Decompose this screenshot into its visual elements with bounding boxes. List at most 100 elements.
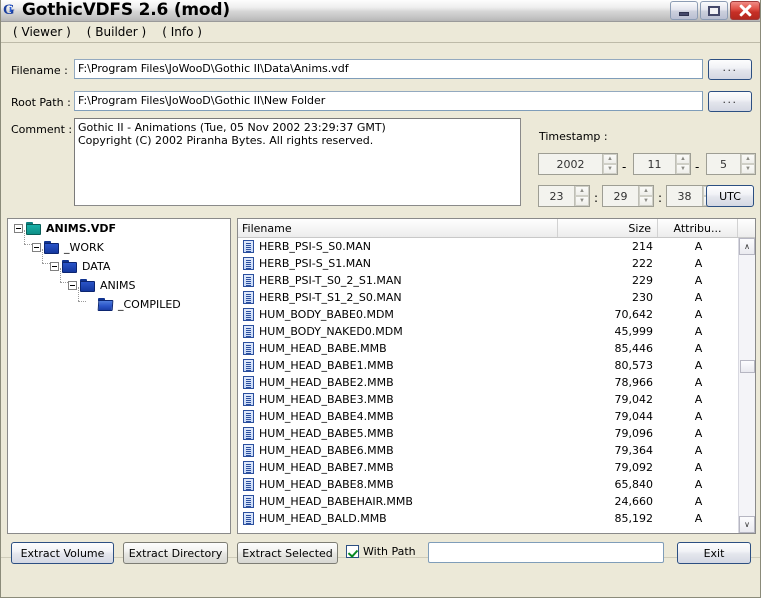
timestamp-minute-stepper[interactable]: 29 ▲ ▼ xyxy=(602,185,654,207)
timestamp-year-stepper[interactable]: 2002 ▲ ▼ xyxy=(538,153,618,175)
comment-label: Comment : xyxy=(11,123,73,136)
table-row[interactable]: HUM_HEAD_BABE5.MMB 79,096 A xyxy=(238,425,738,442)
extract-directory-button[interactable]: Extract Directory xyxy=(123,542,228,564)
utc-button[interactable]: UTC xyxy=(706,185,754,207)
scroll-down-icon[interactable]: ∨ xyxy=(739,516,755,533)
gothicvdfs-window: Gi GothicVDFS 2.6 (mod) ( Viewer ) ( Bui… xyxy=(0,0,761,598)
hour-up-icon[interactable]: ▲ xyxy=(575,186,589,196)
table-row[interactable]: HUM_HEAD_BABE.MMB 85,446 A xyxy=(238,340,738,357)
cell-size: 65,840 xyxy=(614,478,654,491)
with-path-checkbox[interactable] xyxy=(346,545,359,558)
cell-filename: HERB_PSI-S_S1.MAN xyxy=(259,257,371,270)
table-row[interactable]: HUM_HEAD_BABE8.MMB 65,840 A xyxy=(238,476,738,493)
table-row[interactable]: HUM_HEAD_BABE6.MMB 79,364 A xyxy=(238,442,738,459)
timestamp-day-value: 5 xyxy=(720,157,727,171)
filename-input[interactable]: F:\Program Files\JoWooD\Gothic II\Data\A… xyxy=(74,59,703,79)
table-row[interactable]: HUM_HEAD_BABE4.MMB 79,044 A xyxy=(238,408,738,425)
minute-down-icon[interactable]: ▼ xyxy=(639,196,653,206)
root-path-browse-button[interactable]: ... xyxy=(708,91,752,112)
file-document-icon xyxy=(243,342,254,355)
year-up-icon[interactable]: ▲ xyxy=(603,154,617,164)
month-up-icon[interactable]: ▲ xyxy=(676,154,690,164)
extract-path-input[interactable] xyxy=(428,542,664,563)
tab-info[interactable]: ( Info ) xyxy=(154,24,210,41)
minimize-button[interactable] xyxy=(670,1,698,20)
tab-viewer[interactable]: ( Viewer ) xyxy=(5,24,79,41)
hour-down-icon[interactable]: ▼ xyxy=(575,196,589,206)
tree-node-anims[interactable]: ANIMS xyxy=(8,276,230,295)
cell-size: 79,364 xyxy=(614,444,654,457)
table-row[interactable]: HUM_BODY_NAKED0.MDM 45,999 A xyxy=(238,323,738,340)
timestamp-label: Timestamp : xyxy=(539,130,608,143)
extract-volume-button[interactable]: Extract Volume xyxy=(11,542,114,564)
table-row[interactable]: HERB_PSI-T_S0_2_S1.MAN 229 A xyxy=(238,272,738,289)
folder-tree[interactable]: ANIMS.VDF _WORK DATA ANIMS _COMPILED xyxy=(7,218,231,534)
table-row[interactable]: HUM_HEAD_BABEHAIR.MMB 24,660 A xyxy=(238,493,738,510)
cell-filename: HUM_HEAD_BABE8.MMB xyxy=(259,478,394,491)
tree-expander-collapse-icon[interactable] xyxy=(14,224,23,233)
table-row[interactable]: HERB_PSI-T_S1_2_S0.MAN 230 A xyxy=(238,289,738,306)
close-button[interactable] xyxy=(730,1,760,20)
cell-attributes: A xyxy=(694,444,703,457)
maximize-icon xyxy=(708,5,720,16)
year-down-icon[interactable]: ▼ xyxy=(603,164,617,174)
table-row[interactable]: HUM_HEAD_BABE2.MMB 78,966 A xyxy=(238,374,738,391)
with-path-checkbox-group[interactable]: With Path xyxy=(346,545,416,558)
month-down-icon[interactable]: ▼ xyxy=(676,164,690,174)
minimize-icon xyxy=(679,12,689,16)
file-document-icon xyxy=(243,410,254,423)
file-document-icon xyxy=(243,427,254,440)
cell-filename: HERB_PSI-T_S1_2_S0.MAN xyxy=(259,291,402,304)
tab-builder[interactable]: ( Builder ) xyxy=(79,24,154,41)
day-down-icon[interactable]: ▼ xyxy=(741,164,755,174)
tree-connector-line xyxy=(60,268,61,282)
column-header-size[interactable]: Size xyxy=(558,219,658,237)
scroll-up-icon[interactable]: ∧ xyxy=(739,238,755,255)
file-list-scrollbar[interactable]: ∧ ∨ xyxy=(738,238,755,533)
tree-expander-collapse-icon[interactable] xyxy=(32,243,41,252)
hour-spin-arrows[interactable]: ▲ ▼ xyxy=(574,186,589,206)
cell-attributes: A xyxy=(694,240,703,253)
maximize-button[interactable] xyxy=(700,1,728,20)
year-spin-arrows[interactable]: ▲ ▼ xyxy=(602,154,617,174)
table-row[interactable]: HUM_HEAD_BALD.MMB 85,192 A xyxy=(238,510,738,527)
table-row[interactable]: HUM_BODY_BABE0.MDM 70,642 A xyxy=(238,306,738,323)
cell-size: 70,642 xyxy=(614,308,654,321)
file-list-panel[interactable]: Filename Size Attribu... HERB_PSI-S_S0.M… xyxy=(237,218,756,534)
cell-attributes: A xyxy=(694,461,703,474)
tree-node-compiled[interactable]: _COMPILED xyxy=(8,295,230,314)
exit-button[interactable]: Exit xyxy=(677,542,751,564)
root-path-input[interactable]: F:\Program Files\JoWooD\Gothic II\New Fo… xyxy=(74,91,703,111)
column-header-filename[interactable]: Filename xyxy=(238,219,558,237)
extract-selected-button[interactable]: Extract Selected xyxy=(237,542,338,564)
tree-node-anims-vdf[interactable]: ANIMS.VDF xyxy=(8,219,230,238)
tree-node-label: _COMPILED xyxy=(118,298,181,311)
table-row[interactable]: HERB_PSI-S_S0.MAN 214 A xyxy=(238,238,738,255)
filename-browse-button[interactable]: ... xyxy=(708,59,752,80)
cell-size: 214 xyxy=(632,240,653,253)
minute-spin-arrows[interactable]: ▲ ▼ xyxy=(638,186,653,206)
comment-textarea[interactable]: Gothic II - Animations (Tue, 05 Nov 2002… xyxy=(74,118,521,206)
timestamp-hour-stepper[interactable]: 23 ▲ ▼ xyxy=(538,185,590,207)
column-header-attributes[interactable]: Attribu... xyxy=(658,219,738,237)
cell-attributes: A xyxy=(694,427,703,440)
table-row[interactable]: HERB_PSI-S_S1.MAN 222 A xyxy=(238,255,738,272)
table-row[interactable]: HUM_HEAD_BABE3.MMB 79,042 A xyxy=(238,391,738,408)
cell-attributes: A xyxy=(694,325,703,338)
minute-up-icon[interactable]: ▲ xyxy=(639,186,653,196)
month-spin-arrows[interactable]: ▲ ▼ xyxy=(675,154,690,174)
tree-expander-collapse-icon[interactable] xyxy=(50,262,59,271)
cell-attributes: A xyxy=(694,512,703,525)
day-spin-arrows[interactable]: ▲ ▼ xyxy=(740,154,755,174)
cell-filename: HUM_HEAD_BABE4.MMB xyxy=(259,410,394,423)
timestamp-day-stepper[interactable]: 5 ▲ ▼ xyxy=(706,153,756,175)
cell-size: 85,192 xyxy=(614,512,654,525)
day-up-icon[interactable]: ▲ xyxy=(741,154,755,164)
cell-size: 79,044 xyxy=(614,410,654,423)
timestamp-month-stepper[interactable]: 11 ▲ ▼ xyxy=(633,153,691,175)
tree-expander-collapse-icon[interactable] xyxy=(68,281,77,290)
scrollbar-thumb[interactable] xyxy=(740,360,755,373)
table-row[interactable]: HUM_HEAD_BABE7.MMB 79,092 A xyxy=(238,459,738,476)
cell-size: 24,660 xyxy=(614,495,654,508)
table-row[interactable]: HUM_HEAD_BABE1.MMB 80,573 A xyxy=(238,357,738,374)
